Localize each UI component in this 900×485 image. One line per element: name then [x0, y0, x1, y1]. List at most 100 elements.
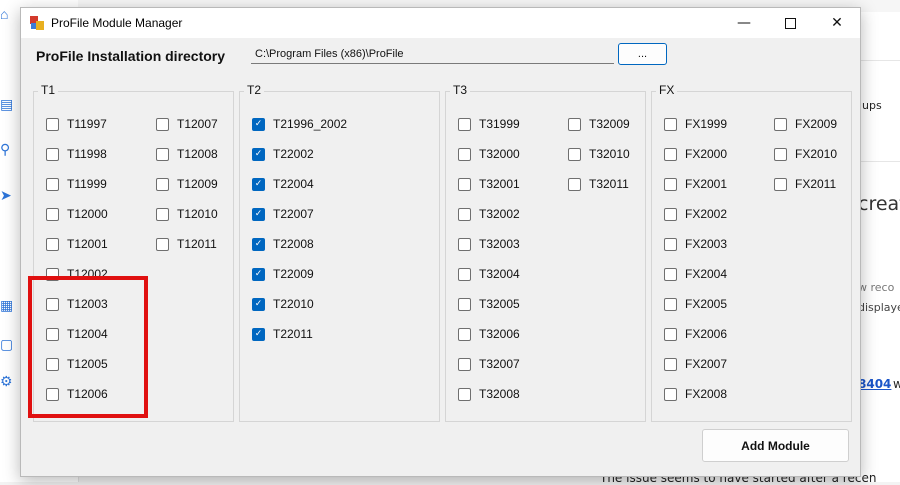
checkbox-unchecked-icon[interactable] — [664, 357, 677, 371]
close-button[interactable]: ✕ — [814, 8, 860, 38]
checkbox-unchecked-icon[interactable] — [458, 207, 471, 221]
module-checkbox-t32010[interactable]: T32010 — [568, 146, 630, 162]
module-checkbox-t11999[interactable]: T11999 — [46, 176, 107, 192]
module-checkbox-t21996_2002[interactable]: ✓ T21996_2002 — [252, 116, 347, 132]
maximize-button[interactable] — [767, 8, 813, 38]
checkbox-unchecked-icon[interactable] — [458, 237, 471, 251]
module-checkbox-fx2002[interactable]: FX2002 — [664, 206, 727, 222]
minimize-button[interactable]: — — [721, 8, 767, 38]
checkbox-unchecked-icon[interactable] — [664, 147, 677, 161]
module-checkbox-t22009[interactable]: ✓ T22009 — [252, 266, 314, 282]
module-checkbox-fx2004[interactable]: FX2004 — [664, 266, 727, 282]
checkbox-unchecked-icon[interactable] — [46, 147, 59, 161]
module-checkbox-t32004[interactable]: T32004 — [458, 266, 520, 282]
checkbox-unchecked-icon[interactable] — [568, 117, 581, 131]
checkbox-unchecked-icon[interactable] — [664, 237, 677, 251]
module-checkbox-t32008[interactable]: T32008 — [458, 386, 520, 402]
module-checkbox-fx2010[interactable]: FX2010 — [774, 146, 837, 162]
module-checkbox-t22004[interactable]: ✓ T22004 — [252, 176, 314, 192]
module-checkbox-t32009[interactable]: T32009 — [568, 116, 630, 132]
module-checkbox-t32001[interactable]: T32001 — [458, 176, 520, 192]
checkbox-unchecked-icon[interactable] — [664, 117, 677, 131]
checkbox-checked-icon[interactable]: ✓ — [252, 147, 265, 161]
checkbox-unchecked-icon[interactable] — [458, 327, 471, 341]
module-checkbox-t12009[interactable]: T12009 — [156, 176, 218, 192]
module-checkbox-t12007[interactable]: T12007 — [156, 116, 218, 132]
module-checkbox-t32005[interactable]: T32005 — [458, 296, 520, 312]
module-checkbox-fx1999[interactable]: FX1999 — [664, 116, 727, 132]
checkbox-checked-icon[interactable]: ✓ — [252, 267, 265, 281]
browse-button[interactable]: ... — [618, 43, 667, 65]
checkbox-unchecked-icon[interactable] — [46, 237, 59, 251]
checkbox-unchecked-icon[interactable] — [774, 117, 787, 131]
checkbox-checked-icon[interactable]: ✓ — [252, 177, 265, 191]
module-checkbox-t12001[interactable]: T12001 — [46, 236, 108, 252]
checkbox-checked-icon[interactable]: ✓ — [252, 327, 265, 341]
checkbox-unchecked-icon[interactable] — [458, 147, 471, 161]
add-module-button[interactable]: Add Module — [702, 429, 849, 462]
module-checkbox-fx2006[interactable]: FX2006 — [664, 326, 727, 342]
module-checkbox-fx2007[interactable]: FX2007 — [664, 356, 727, 372]
module-label: T32001 — [479, 177, 520, 191]
checkbox-unchecked-icon[interactable] — [664, 207, 677, 221]
module-checkbox-t32000[interactable]: T32000 — [458, 146, 520, 162]
checkbox-unchecked-icon[interactable] — [458, 297, 471, 311]
module-checkbox-t11998[interactable]: T11998 — [46, 146, 107, 162]
module-checkbox-t22011[interactable]: ✓ T22011 — [252, 326, 313, 342]
module-label: T32003 — [479, 237, 520, 251]
checkbox-unchecked-icon[interactable] — [46, 117, 59, 131]
checkbox-unchecked-icon[interactable] — [458, 177, 471, 191]
checkbox-unchecked-icon[interactable] — [458, 117, 471, 131]
install-directory-input[interactable] — [251, 45, 614, 64]
module-checkbox-fx2001[interactable]: FX2001 — [664, 176, 727, 192]
module-checkbox-t32006[interactable]: T32006 — [458, 326, 520, 342]
checkbox-checked-icon[interactable]: ✓ — [252, 237, 265, 251]
module-checkbox-t32002[interactable]: T32002 — [458, 206, 520, 222]
checkbox-unchecked-icon[interactable] — [458, 357, 471, 371]
checkbox-unchecked-icon[interactable] — [664, 177, 677, 191]
checkbox-unchecked-icon[interactable] — [458, 267, 471, 281]
module-checkbox-t11997[interactable]: T11997 — [46, 116, 107, 132]
module-checkbox-t22007[interactable]: ✓ T22007 — [252, 206, 314, 222]
module-checkbox-fx2011[interactable]: FX2011 — [774, 176, 836, 192]
module-label: FX2001 — [685, 177, 728, 191]
module-checkbox-fx2000[interactable]: FX2000 — [664, 146, 727, 162]
checkbox-unchecked-icon[interactable] — [156, 207, 169, 221]
checkbox-unchecked-icon[interactable] — [664, 297, 677, 311]
checkbox-unchecked-icon[interactable] — [664, 387, 677, 401]
module-checkbox-t32003[interactable]: T32003 — [458, 236, 520, 252]
module-checkbox-fx2005[interactable]: FX2005 — [664, 296, 727, 312]
checkbox-unchecked-icon[interactable] — [156, 147, 169, 161]
module-checkbox-t12008[interactable]: T12008 — [156, 146, 218, 162]
checkbox-unchecked-icon[interactable] — [156, 117, 169, 131]
checkbox-checked-icon[interactable]: ✓ — [252, 207, 265, 221]
module-checkbox-t32011[interactable]: T32011 — [568, 176, 629, 192]
module-checkbox-fx2008[interactable]: FX2008 — [664, 386, 727, 402]
checkbox-checked-icon[interactable]: ✓ — [252, 297, 265, 311]
checkbox-unchecked-icon[interactable] — [46, 207, 59, 221]
module-checkbox-t22008[interactable]: ✓ T22008 — [252, 236, 314, 252]
checkbox-checked-icon[interactable]: ✓ — [252, 117, 265, 131]
chat-icon: ▢ — [0, 336, 14, 352]
module-checkbox-fx2003[interactable]: FX2003 — [664, 236, 727, 252]
checkbox-unchecked-icon[interactable] — [458, 387, 471, 401]
checkbox-unchecked-icon[interactable] — [664, 327, 677, 341]
module-checkbox-t31999[interactable]: T31999 — [458, 116, 520, 132]
checkbox-unchecked-icon[interactable] — [46, 177, 59, 191]
checkbox-unchecked-icon[interactable] — [156, 237, 169, 251]
module-label: FX2003 — [685, 237, 728, 251]
background-link[interactable]: 8404 — [858, 377, 891, 391]
checkbox-unchecked-icon[interactable] — [664, 267, 677, 281]
checkbox-unchecked-icon[interactable] — [156, 177, 169, 191]
checkbox-unchecked-icon[interactable] — [568, 177, 581, 191]
module-checkbox-t22002[interactable]: ✓ T22002 — [252, 146, 314, 162]
module-checkbox-fx2009[interactable]: FX2009 — [774, 116, 837, 132]
checkbox-unchecked-icon[interactable] — [774, 177, 787, 191]
module-checkbox-t32007[interactable]: T32007 — [458, 356, 520, 372]
checkbox-unchecked-icon[interactable] — [774, 147, 787, 161]
module-checkbox-t22010[interactable]: ✓ T22010 — [252, 296, 314, 312]
checkbox-unchecked-icon[interactable] — [568, 147, 581, 161]
module-checkbox-t12011[interactable]: T12011 — [156, 236, 217, 252]
module-checkbox-t12000[interactable]: T12000 — [46, 206, 108, 222]
module-checkbox-t12010[interactable]: T12010 — [156, 206, 218, 222]
